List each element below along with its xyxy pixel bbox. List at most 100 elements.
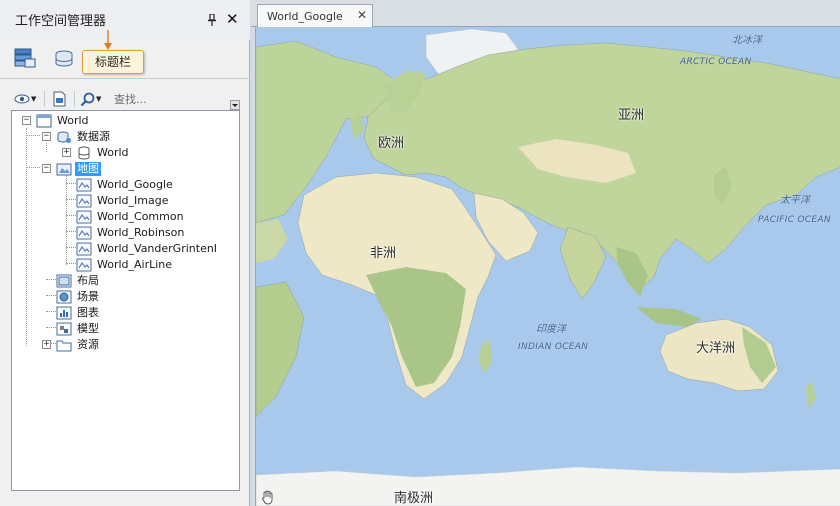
- panel-title-bar: 工作空间管理器 ✕: [0, 0, 250, 40]
- tree-connector: [26, 135, 40, 136]
- map-icon: [76, 178, 92, 192]
- collapse-toggle-root[interactable]: −: [22, 116, 31, 125]
- tree-connector: [66, 199, 76, 200]
- tree-node-label: 模型: [77, 322, 99, 335]
- tree-node-label: 布局: [77, 274, 99, 287]
- tree-node-label: World_AirLine: [97, 258, 173, 271]
- close-icon[interactable]: ✕: [226, 10, 239, 28]
- tree-connector: [26, 167, 40, 168]
- layout-icon: [56, 274, 72, 288]
- search-icon: [80, 92, 95, 106]
- antarctica-landmass: [256, 466, 840, 506]
- map-icon: [76, 210, 92, 224]
- resources-tab-icon[interactable]: [52, 48, 76, 70]
- indian-ocean-label-en: INDIAN OCEAN: [518, 342, 589, 352]
- tree-node-map-item[interactable]: World_AirLine: [76, 257, 174, 273]
- search-options-button[interactable]: ▼: [80, 89, 101, 109]
- tree-connector: [66, 263, 76, 264]
- pan-hand-icon[interactable]: [260, 489, 276, 505]
- tree-node-label: World_Common: [97, 210, 184, 223]
- tree-node-label: World_Robinson: [97, 226, 185, 239]
- callout-arrow-icon: [104, 30, 112, 50]
- map-icon: [76, 258, 92, 272]
- tree-node-label: World: [97, 146, 129, 159]
- expand-toggle-resources[interactable]: +: [42, 340, 51, 349]
- tab-divider: [0, 78, 250, 79]
- tree-connector: [46, 311, 56, 312]
- tree-node-datasources[interactable]: 数据源: [56, 129, 112, 145]
- tab-world-google[interactable]: World_Google ✕: [257, 4, 373, 27]
- collapse-toggle-maps[interactable]: −: [42, 164, 51, 173]
- tree-node-map-item[interactable]: World_Google: [76, 177, 175, 193]
- tree-connector: [66, 175, 67, 265]
- tree-node-map-item[interactable]: World_Robinson: [76, 225, 186, 241]
- world-map: [256, 27, 840, 506]
- tree-connector: [46, 295, 56, 296]
- title-bar-callout: 标题栏: [82, 50, 144, 74]
- tree-node-workspace[interactable]: World: [36, 113, 91, 129]
- pacific-ocean-label-cn: 太平洋: [780, 195, 810, 206]
- toolbar-separator: [44, 91, 45, 107]
- tree-node-scenes[interactable]: 场景: [56, 289, 101, 305]
- expand-toggle-datasource[interactable]: +: [62, 148, 71, 157]
- tree-node-label: World_VanderGrintenI: [97, 242, 218, 255]
- antarctica-label: 南极洲: [394, 491, 434, 506]
- tree-node-label: World: [57, 114, 89, 127]
- tree-node-map-item[interactable]: World_Image: [76, 193, 170, 209]
- map-icon: [76, 226, 92, 240]
- asia-label: 亚洲: [618, 108, 645, 123]
- tree-connector: [66, 247, 76, 248]
- search-input[interactable]: [110, 89, 228, 109]
- import-button[interactable]: [52, 89, 67, 109]
- tree-connector: [26, 128, 27, 346]
- toolbar-separator: [74, 91, 75, 107]
- tree-node-label: 数据源: [77, 130, 110, 143]
- map-view[interactable]: 北冰洋 ARCTIC OCEAN 亚洲 欧洲 太平洋 PACIFIC OCEAN…: [255, 27, 840, 506]
- tree-node-maps[interactable]: 地图: [56, 161, 101, 177]
- pin-icon[interactable]: [207, 14, 217, 26]
- folder-icon: [56, 340, 72, 352]
- tree-node-layouts[interactable]: 布局: [56, 273, 101, 289]
- tab-label: World_Google: [267, 10, 343, 23]
- tree-connector: [66, 183, 76, 184]
- map-icon: [76, 194, 92, 208]
- workspace-tree: − World − 数据源 + World − 地图 World_Google: [11, 110, 240, 491]
- tree-node-label: 资源: [77, 338, 99, 351]
- tree-node-map-item[interactable]: World_VanderGrintenI: [76, 241, 219, 257]
- tree-toolbar: ▼ ▼: [10, 86, 242, 112]
- globe-icon: [56, 290, 72, 304]
- search-dropdown-button[interactable]: [230, 100, 240, 110]
- workspace-icon: [36, 114, 52, 128]
- tree-node-label: 场景: [77, 290, 99, 303]
- tree-node-map-item[interactable]: World_Common: [76, 209, 186, 225]
- workspace-tab-icon[interactable]: [13, 47, 37, 69]
- tab-close-icon[interactable]: ✕: [357, 8, 367, 22]
- arctic-ocean-label-en: ARCTIC OCEAN: [680, 57, 752, 67]
- map-folder-icon: [56, 163, 72, 176]
- tree-node-models[interactable]: 模型: [56, 321, 101, 337]
- chevron-down-icon: ▼: [31, 95, 37, 103]
- tree-node-resources[interactable]: 资源: [56, 337, 101, 353]
- tree-node-datasource-world[interactable]: World: [76, 145, 131, 161]
- view-options-button[interactable]: ▼: [14, 89, 36, 109]
- database-icon: [78, 146, 90, 160]
- document-icon: [53, 91, 66, 107]
- collapse-toggle-datasources[interactable]: −: [42, 132, 51, 141]
- tree-connector: [46, 327, 56, 328]
- indian-ocean-label-cn: 印度洋: [536, 324, 566, 335]
- tree-connector: [46, 143, 47, 152]
- tree-node-charts[interactable]: 图表: [56, 305, 101, 321]
- tree-connector: [66, 231, 76, 232]
- datasources-icon: [57, 131, 71, 143]
- chart-icon: [56, 306, 72, 320]
- africa-label: 非洲: [370, 246, 397, 261]
- eye-layers-icon: [14, 94, 30, 104]
- map-icon: [76, 242, 92, 256]
- pacific-ocean-label-en: PACIFIC OCEAN: [758, 215, 831, 225]
- model-icon: [56, 322, 72, 336]
- tree-connector: [46, 279, 56, 280]
- workspace-manager-panel: 工作空间管理器 ✕ 标题栏 ▼ ▼ 查找... − World − 数据源 + …: [0, 0, 250, 506]
- tree-node-label: 图表: [77, 306, 99, 319]
- chevron-down-icon: ▼: [96, 95, 102, 103]
- document-tab-bar: World_Google ✕: [251, 0, 840, 27]
